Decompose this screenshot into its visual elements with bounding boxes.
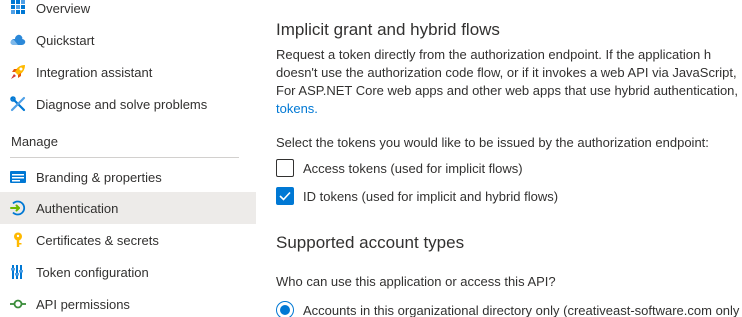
rocket-icon (10, 64, 26, 80)
description-line: doesn't use the authorization code flow,… (276, 65, 737, 80)
access-tokens-option[interactable]: Access tokens (used for implicit flows) (276, 158, 523, 178)
sidebar-item-authentication[interactable]: Authentication (0, 192, 256, 224)
sidebar-item-label: Token configuration (36, 264, 149, 280)
overview-grid-icon (10, 0, 26, 16)
single-tenant-radio[interactable] (276, 301, 294, 317)
sidebar-item-diagnose[interactable]: Diagnose and solve problems (0, 88, 256, 120)
section-header-manage: Manage (11, 134, 58, 149)
sidebar-item-label: Diagnose and solve problems (36, 96, 208, 112)
sidebar-item-quickstart[interactable]: Quickstart (0, 24, 256, 56)
sidebar-item-branding[interactable]: Branding & properties (0, 161, 256, 193)
single-tenant-label: Accounts in this organizational director… (303, 302, 740, 317)
id-tokens-checkbox[interactable] (276, 187, 294, 205)
access-tokens-checkbox[interactable] (276, 159, 294, 177)
sidebar-item-overview[interactable]: Overview (0, 0, 256, 24)
tokens-prompt: Select the tokens you would like to be i… (276, 135, 709, 150)
branding-icon (10, 169, 26, 185)
authentication-icon (10, 200, 26, 216)
implicit-grant-heading: Implicit grant and hybrid flows (276, 20, 500, 39)
sidebar-item-label: Overview (36, 0, 91, 16)
sidebar-item-label: Quickstart (36, 32, 95, 48)
sidebar-item-label: Integration assistant (36, 64, 153, 80)
cloud-icon (10, 32, 26, 48)
sidebar-item-token-configuration[interactable]: Token configuration (0, 256, 256, 288)
implicit-grant-description: Request a token directly from the author… (276, 46, 742, 118)
id-tokens-label: ID tokens (used for implicit and hybrid … (303, 188, 559, 204)
sidebar-item-label: Certificates & secrets (36, 232, 159, 248)
sidebar-item-label: Branding & properties (36, 169, 162, 185)
main-content: Implicit grant and hybrid flows Request … (276, 0, 742, 317)
description-line: For ASP.NET Core web apps and other web … (276, 83, 739, 98)
sidebar-item-label: API permissions (36, 296, 130, 312)
access-tokens-label: Access tokens (used for implicit flows) (303, 160, 523, 176)
key-icon (10, 232, 26, 248)
api-permissions-icon (10, 296, 26, 312)
sidebar-item-certificates[interactable]: Certificates & secrets (0, 224, 256, 256)
tokens-link[interactable]: tokens. (276, 101, 318, 116)
divider (10, 157, 239, 158)
id-tokens-option[interactable]: ID tokens (used for implicit and hybrid … (276, 186, 558, 206)
single-tenant-option[interactable]: Accounts in this organizational director… (276, 300, 739, 317)
sidebar-item-label: Authentication (36, 200, 119, 216)
account-types-prompt: Who can use this application or access t… (276, 274, 556, 289)
wrench-icon (10, 96, 26, 112)
description-line: Request a token directly from the author… (276, 47, 712, 62)
checkmark-icon (279, 191, 291, 201)
sidebar-item-api-permissions[interactable]: API permissions (0, 288, 256, 317)
token-bars-icon (10, 264, 26, 280)
sidebar-item-integration-assistant[interactable]: Integration assistant (0, 56, 256, 88)
supported-account-types-heading: Supported account types (276, 233, 465, 252)
sidebar: Overview Quickstart Integration assistan… (0, 0, 256, 317)
